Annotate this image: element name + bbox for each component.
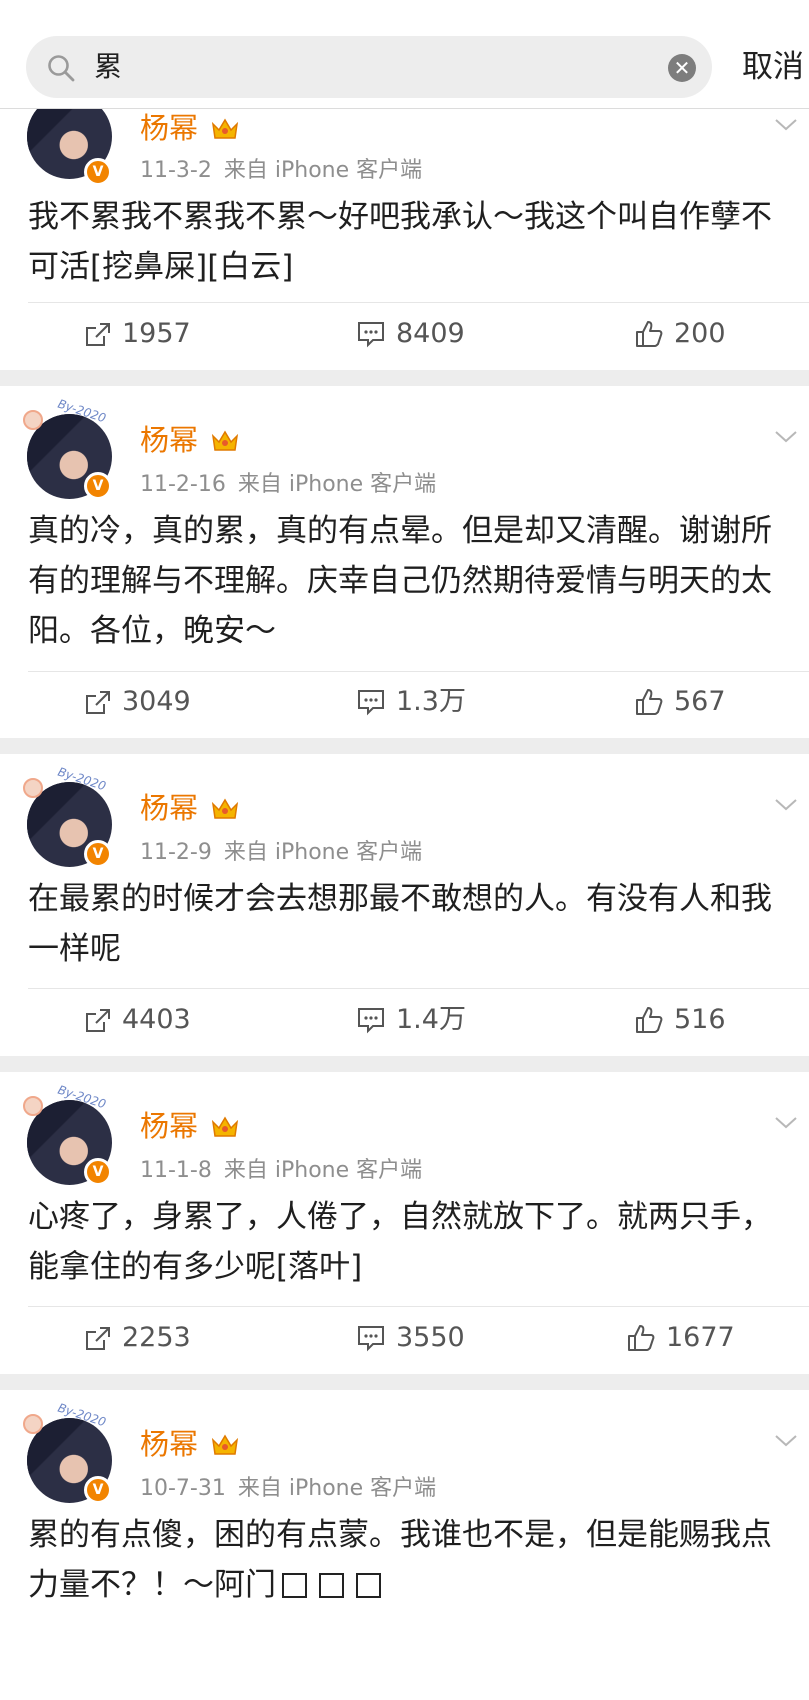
post-source: 来自 iPhone 客户端 xyxy=(223,1158,423,1183)
comment-button[interactable]: 3550 xyxy=(356,1318,465,1358)
post-meta: 10-7-31 来自 iPhone 客户端 xyxy=(140,1474,448,1504)
post-card[interactable]: By-2020 V 杨幂 11-2-16 来自 iPhone 客户端 真的冷，真的… xyxy=(0,386,809,738)
post-text: 在最累的时候才会去想那最不敢想的人。有没有人和我一样呢 xyxy=(28,881,772,967)
chevron-down-icon[interactable] xyxy=(774,1116,798,1130)
username[interactable]: 杨幂 xyxy=(140,1426,198,1462)
divider xyxy=(28,302,809,303)
vip-crown-icon xyxy=(211,118,239,139)
comment-count: 1.4万 xyxy=(396,1004,466,1035)
like-icon xyxy=(636,321,663,347)
like-count: 516 xyxy=(674,1004,726,1035)
emoji-placeholder-icon xyxy=(282,1573,307,1598)
vip-crown-icon xyxy=(211,430,239,451)
chevron-down-icon[interactable] xyxy=(774,798,798,812)
post-text: 心疼了，身累了，人倦了，自然就放下了。就两只手，能拿住的有多少呢[落叶] xyxy=(28,1199,772,1285)
post-date: 11-2-16 xyxy=(140,472,226,497)
verified-badge-icon: V xyxy=(84,840,112,868)
post-card[interactable]: By-2020 V 杨幂 11-2-9 来自 iPhone 客户端 在最累的时候才… xyxy=(0,754,809,1056)
repost-icon xyxy=(86,1009,110,1032)
search-bar: 累 ✕ 取消 xyxy=(0,0,809,109)
comment-icon xyxy=(358,322,384,348)
repost-button[interactable]: 3049 xyxy=(84,682,191,722)
verified-badge-icon: V xyxy=(84,158,112,186)
post-source: 来自 iPhone 客户端 xyxy=(237,1476,437,1501)
chevron-down-icon[interactable] xyxy=(774,1434,798,1448)
like-icon xyxy=(636,1007,663,1033)
like-count: 1677 xyxy=(666,1322,735,1353)
post-meta: 11-2-9 来自 iPhone 客户端 xyxy=(140,838,434,868)
post-text: 累的有点傻，困的有点蒙。我谁也不是，但是能赐我点力量不？！～阿门 xyxy=(28,1510,788,1610)
post-source: 来自 iPhone 客户端 xyxy=(223,840,423,865)
post-meta: 11-3-2 来自 iPhone 客户端 xyxy=(140,156,434,186)
emoji-placeholder-icon xyxy=(319,1573,344,1598)
repost-count: 2253 xyxy=(122,1322,191,1353)
divider xyxy=(28,671,809,672)
divider xyxy=(28,1306,809,1307)
repost-count: 4403 xyxy=(122,1004,191,1035)
like-button[interactable]: 200 xyxy=(634,314,726,354)
comment-icon xyxy=(358,1326,384,1352)
post-date: 11-3-2 xyxy=(140,158,212,183)
repost-button[interactable]: 1957 xyxy=(84,314,191,354)
comment-icon xyxy=(358,1008,384,1034)
comment-icon xyxy=(358,690,384,716)
post-card[interactable]: By-2020 V 杨幂 10-7-31 来自 iPhone 客户端 累的有点傻，… xyxy=(0,1390,809,1700)
chevron-down-icon[interactable] xyxy=(774,118,798,132)
post-text: 我不累我不累我不累～好吧我承认～我这个叫自作孽不可活[挖鼻屎][白云] xyxy=(28,199,772,285)
repost-count: 1957 xyxy=(122,318,191,349)
comment-button[interactable]: 1.3万 xyxy=(356,682,466,722)
divider xyxy=(28,988,809,989)
username[interactable]: 杨幂 xyxy=(140,1108,198,1144)
like-button[interactable]: 1677 xyxy=(626,1318,735,1358)
vip-crown-icon xyxy=(211,798,239,819)
post-text: 真的冷，真的累，真的有点晕。但是却又清醒。谢谢所有的理解与不理解。庆幸自己仍然期… xyxy=(28,513,772,649)
post-date: 11-1-8 xyxy=(140,1158,212,1183)
verified-badge-icon: V xyxy=(84,1476,112,1504)
username[interactable]: 杨幂 xyxy=(140,790,198,826)
repost-icon xyxy=(86,323,110,346)
comment-count: 8409 xyxy=(396,318,465,349)
post-card[interactable]: V 杨幂 11-3-2 来自 iPhone 客户端 我不累我不累我不累～好吧我承认… xyxy=(0,94,809,370)
post-source: 来自 iPhone 客户端 xyxy=(237,472,437,497)
repost-icon xyxy=(86,691,110,714)
username[interactable]: 杨幂 xyxy=(140,110,198,146)
repost-button[interactable]: 2253 xyxy=(84,1318,191,1358)
verified-badge-icon: V xyxy=(84,472,112,500)
comment-button[interactable]: 1.4万 xyxy=(356,1000,466,1040)
post-card[interactable]: By-2020 V 杨幂 11-1-8 来自 iPhone 客户端 心疼了，身累了… xyxy=(0,1072,809,1374)
repost-button[interactable]: 4403 xyxy=(84,1000,191,1040)
search-input[interactable]: 累 ✕ xyxy=(26,36,712,98)
vip-crown-icon xyxy=(211,1116,239,1137)
clear-icon[interactable]: ✕ xyxy=(668,54,696,82)
comment-button[interactable]: 8409 xyxy=(356,314,465,354)
comment-count: 3550 xyxy=(396,1322,465,1353)
cancel-button[interactable]: 取消 xyxy=(742,46,804,88)
post-meta: 11-2-16 来自 iPhone 客户端 xyxy=(140,470,448,500)
post-date: 10-7-31 xyxy=(140,1476,226,1501)
search-query: 累 xyxy=(94,50,123,83)
like-icon xyxy=(628,1325,655,1351)
search-icon xyxy=(48,55,75,82)
post-source: 来自 iPhone 客户端 xyxy=(223,158,423,183)
comment-count: 1.3万 xyxy=(396,686,466,717)
like-button[interactable]: 567 xyxy=(634,682,726,722)
repost-count: 3049 xyxy=(122,686,191,717)
like-icon xyxy=(636,689,663,715)
post-text-content: 累的有点傻，困的有点蒙。我谁也不是，但是能赐我点力量不？！～阿门 xyxy=(28,1517,772,1603)
chevron-down-icon[interactable] xyxy=(774,430,798,444)
post-feed: V 杨幂 11-3-2 来自 iPhone 客户端 我不累我不累我不累～好吧我承认… xyxy=(0,94,809,1700)
post-meta: 11-1-8 来自 iPhone 客户端 xyxy=(140,1156,434,1186)
repost-icon xyxy=(86,1327,110,1350)
vip-crown-icon xyxy=(211,1434,239,1455)
emoji-placeholder-icon xyxy=(356,1573,381,1598)
post-date: 11-2-9 xyxy=(140,840,212,865)
like-button[interactable]: 516 xyxy=(634,1000,726,1040)
verified-badge-icon: V xyxy=(84,1158,112,1186)
like-count: 200 xyxy=(674,318,726,349)
like-count: 567 xyxy=(674,686,726,717)
username[interactable]: 杨幂 xyxy=(140,422,198,458)
